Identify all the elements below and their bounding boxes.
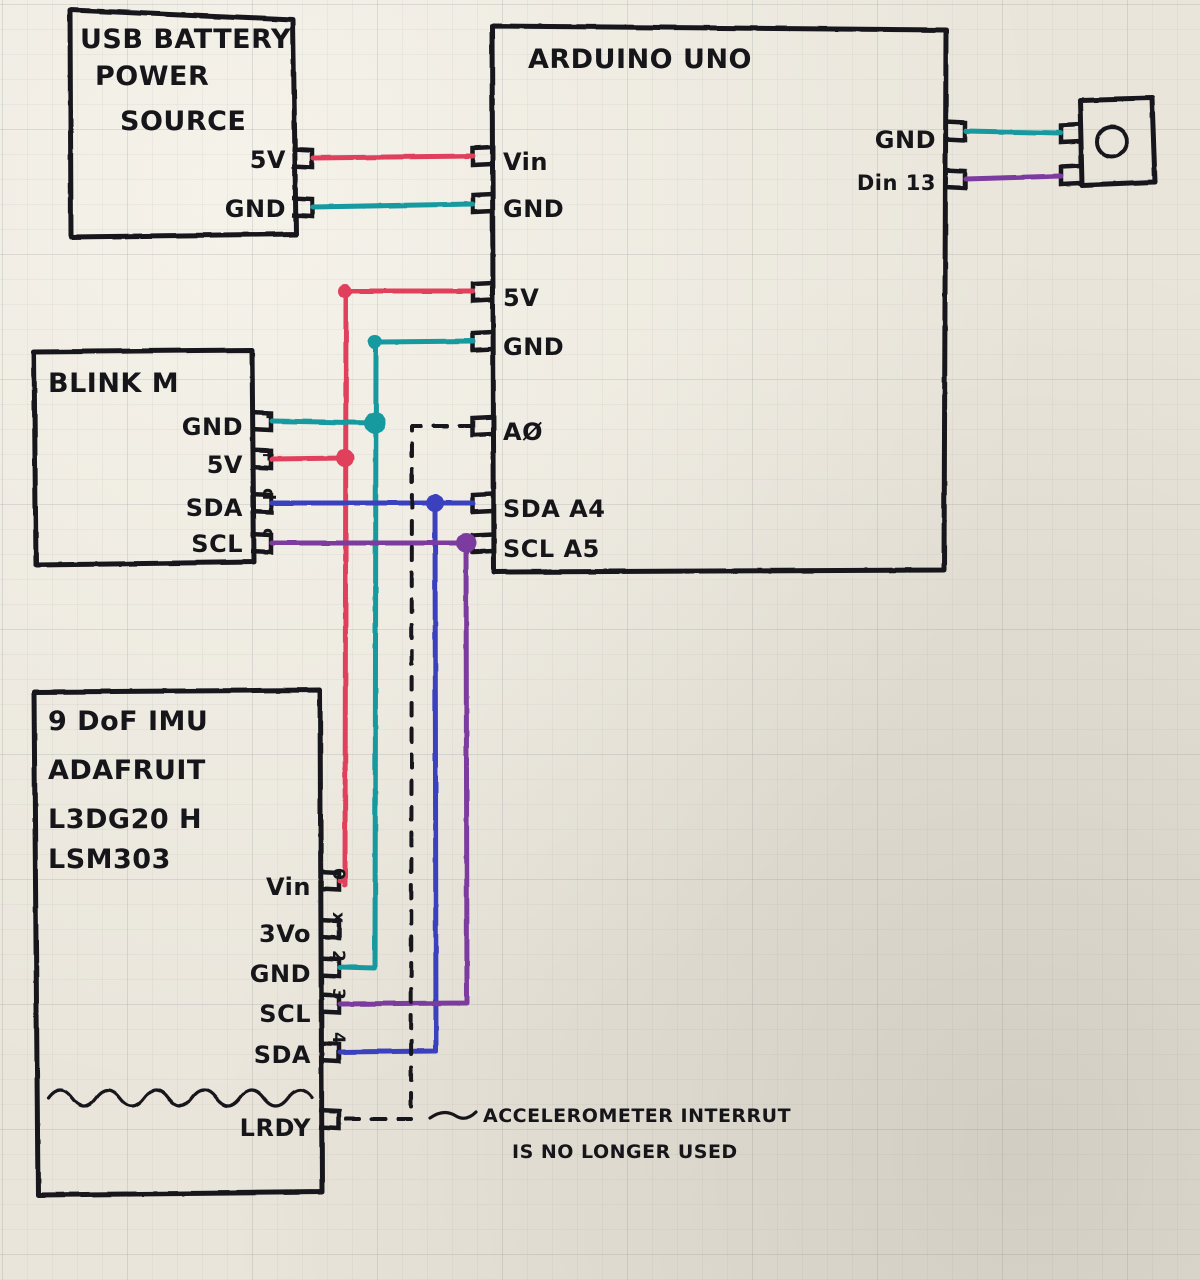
usb-battery-title-line-2: POWER [95, 61, 209, 92]
arduino-pin-tab-a0 [470, 414, 494, 438]
arduino-title: ARDUINO UNO [528, 44, 752, 75]
wire-arduinognd-to-output [963, 128, 1064, 136]
imu-break-squiggle [46, 1088, 314, 1108]
blinkm-tab-mark-c: c [258, 528, 278, 539]
wire-gnd-bus [337, 338, 476, 971]
usb-battery-title-line-1: USB BATTERY [80, 24, 291, 55]
junction-dot-5v-corner [338, 284, 352, 298]
arduino-pin-tab-gnd2 [470, 329, 494, 353]
arduino-block [470, 23, 968, 575]
imu-pin-label-vin: Vin [266, 873, 311, 901]
arduino-pin-label-gnd-right: GND [875, 126, 936, 154]
imu-tab-mark-4: 4 [328, 1032, 348, 1044]
imu-tab-mark-3: 3 [328, 988, 348, 1000]
blinkm-tab-mark-d: d [258, 488, 278, 501]
blinkm-title: BLINK M [48, 368, 179, 399]
arduino-pin-tab-sda [470, 491, 494, 515]
usb-battery-title-line-3: SOURCE [120, 106, 246, 137]
imu-pin-label-sda: SDA [254, 1041, 311, 1069]
blinkm-pin-label-scl: SCL [191, 530, 243, 558]
arduino-pin-label-vin: Vin [503, 148, 548, 176]
wire-din13-to-output [963, 173, 1064, 182]
arduino-pin-label-5v: 5V [503, 284, 539, 312]
arduino-pin-tab-gnd1 [470, 191, 494, 215]
wire-blinkmgnd-to-bus [269, 418, 378, 426]
imu-pin-label-lrdy: LRDY [240, 1114, 311, 1142]
blinkm-pin-label-gnd: GND [182, 413, 243, 441]
annotation-note-line-2: IS NO LONGER USED [512, 1141, 738, 1163]
arduino-pin-tab-din13 [944, 167, 968, 191]
diagram-canvas: USB BATTERY POWER SOURCE 5V GND ARDUINO … [0, 0, 1200, 1280]
arduino-pin-label-scl-a5: SCL A5 [503, 535, 600, 563]
imu-title-line-1: 9 DoF IMU [48, 706, 208, 737]
wire-imu-scl-to-a5 [337, 540, 470, 1007]
arduino-pin-label-din13: Din 13 [857, 171, 936, 195]
imu-title-line-2: ADAFRUIT [48, 755, 206, 786]
wiring-diagram-svg: USB BATTERY POWER SOURCE 5V GND ARDUINO … [31, 7, 1158, 1198]
arduino-pin-label-gnd1: GND [503, 195, 564, 223]
output-device-circle-icon [1095, 125, 1129, 159]
junction-dot-5v-blinkm [336, 449, 354, 467]
usb-battery-pin-label-5v: 5V [250, 146, 286, 174]
imu-tab-mark-2: 2 [328, 950, 348, 962]
wire-usb5v-to-vin [310, 153, 476, 161]
wire-blinkm5v-to-bus [269, 455, 348, 462]
output-device-pin-tab-1 [1058, 121, 1082, 145]
annotation-arrow-icon [428, 1110, 478, 1120]
arduino-pin-label-sda-a4: SDA A4 [503, 495, 605, 523]
wire-5v-bus-vertical [342, 288, 476, 888]
output-device-outline [1077, 95, 1158, 188]
arduino-pin-label-a0: AØ [503, 418, 543, 446]
arduino-pin-label-gnd2: GND [503, 333, 564, 361]
blinkm-tab-mark-plus: + [258, 448, 278, 463]
imu-tab-mark-x: x [328, 912, 348, 923]
wire-a0-to-lrdy-dashed [338, 424, 475, 1121]
imu-tab-mark-0: 0 [328, 868, 348, 880]
imu-pin-label-gnd: GND [250, 960, 311, 988]
blinkm-pin-label-5v: 5V [207, 451, 243, 479]
imu-pin-label-scl: SCL [259, 1000, 311, 1028]
junction-dot-scl [456, 533, 476, 553]
annotation-note-line-1: ACCELEROMETER INTERRUT [483, 1105, 791, 1127]
junction-dot-gnd-blinkm [364, 412, 386, 434]
usb-battery-pin-label-gnd: GND [225, 195, 286, 223]
arduino-outline [489, 23, 949, 575]
blinkm-tab-mark-minus: - [258, 412, 278, 420]
output-device-block [1058, 95, 1158, 188]
output-device-pin-tab-2 [1058, 163, 1082, 187]
junction-dot-gnd-corner [368, 335, 382, 349]
junction-dot-sda [426, 494, 444, 512]
blinkm-pin-label-sda: SDA [186, 494, 243, 522]
wire-usbgnd-to-gnd [310, 201, 476, 210]
imu-title-line-3: L3DG20 H [48, 804, 202, 835]
arduino-pin-tab-5v [470, 280, 494, 304]
imu-pin-label-3vo: 3Vo [259, 920, 311, 948]
imu-title-line-4: LSM303 [48, 844, 171, 875]
